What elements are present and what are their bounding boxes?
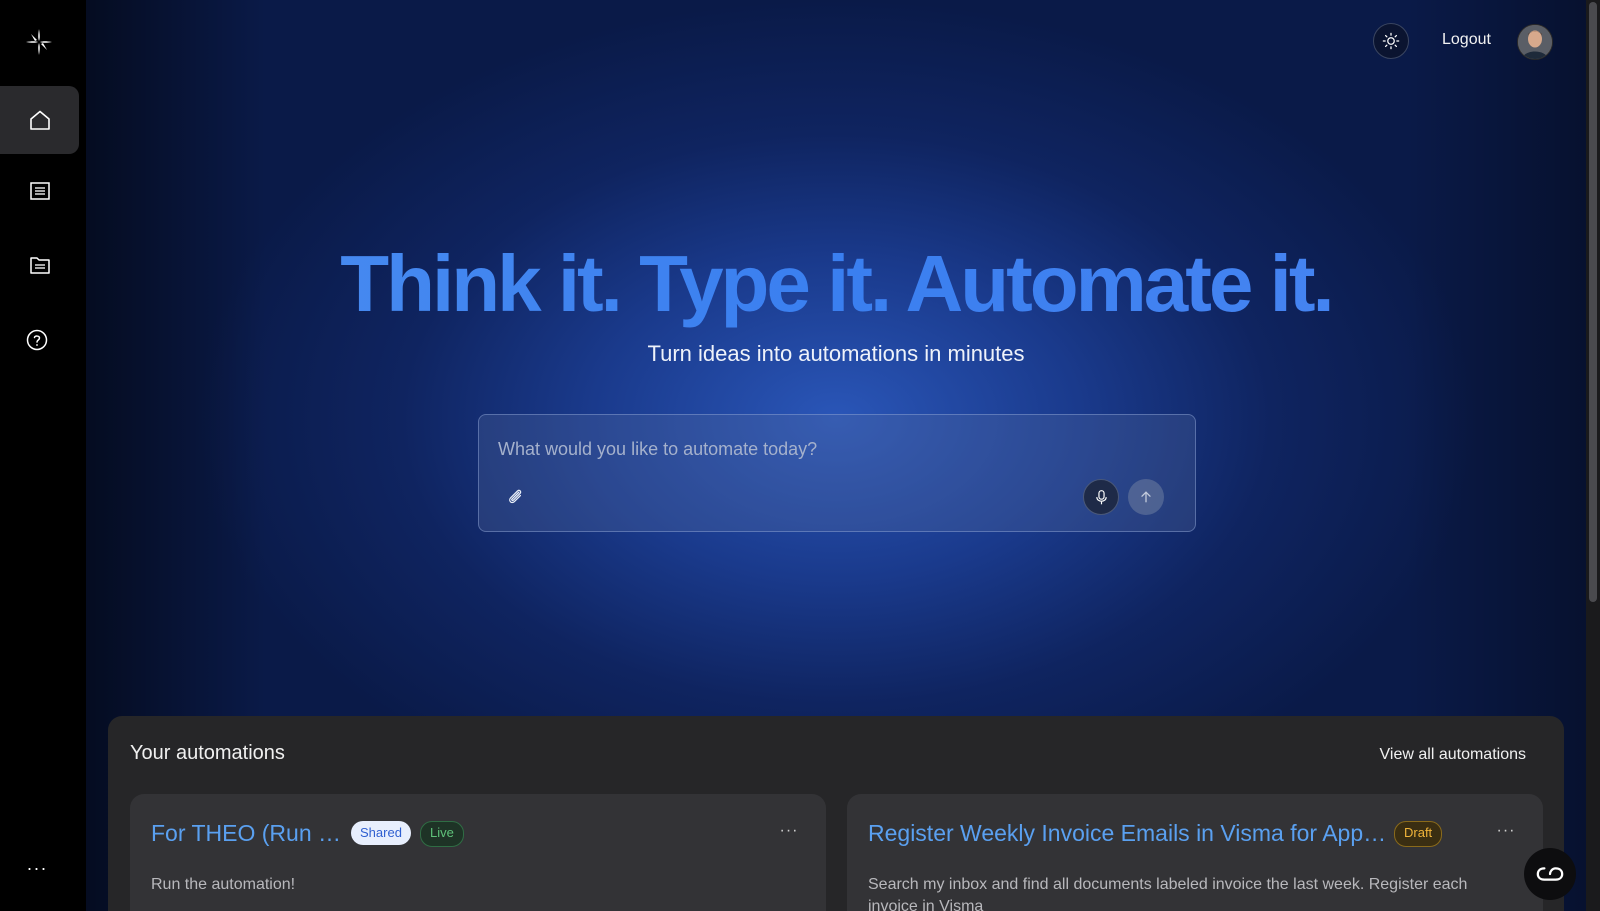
help-icon [26, 329, 48, 351]
list-icon [29, 182, 50, 200]
app-logo[interactable] [24, 27, 54, 57]
sidebar-item-home[interactable] [0, 86, 79, 154]
folder-icon [29, 257, 50, 274]
hero-subtitle: Turn ideas into automations in minutes [647, 341, 1025, 366]
hero-title: Think it. Type it. Automate it. [86, 238, 1586, 330]
avatar[interactable] [1517, 24, 1553, 60]
automation-card[interactable]: For THEO (Run ME) Shared Live ··· Run th… [130, 794, 826, 911]
prompt-input[interactable] [496, 436, 1140, 462]
microphone-icon [1095, 489, 1107, 504]
sidebar-item-help[interactable] [0, 306, 74, 374]
status-badge-shared: Shared [351, 821, 411, 845]
more-menu-button[interactable]: ··· [22, 856, 52, 880]
card-menu-button[interactable]: ··· [778, 822, 800, 842]
home-icon [29, 110, 50, 130]
automation-card-title[interactable]: For THEO (Run ME) [151, 820, 351, 847]
sidebar: ··· [0, 0, 86, 911]
prompt-box [478, 414, 1196, 532]
paperclip-icon [509, 489, 522, 504]
automations-panel: Your automations View all automations Fo… [108, 716, 1564, 911]
send-button[interactable] [1128, 479, 1164, 515]
automation-card-description: Run the automation! [151, 876, 296, 893]
sun-icon [1382, 32, 1400, 50]
logo-icon [26, 29, 52, 55]
theme-toggle-button[interactable] [1373, 23, 1409, 59]
automation-card[interactable]: Register Weekly Invoice Emails in Visma … [847, 794, 1543, 911]
scrollbar-thumb[interactable] [1589, 2, 1597, 602]
logout-button[interactable]: Logout [1442, 31, 1491, 49]
infinity-icon [1536, 867, 1564, 881]
more-icon: ··· [26, 857, 48, 878]
automation-card-title[interactable]: Register Weekly Invoice Emails in Visma … [868, 820, 1391, 847]
attach-button[interactable] [503, 484, 527, 508]
arrow-up-icon [1141, 491, 1151, 503]
sidebar-item-files[interactable] [0, 231, 79, 299]
automation-card-description: Search my inbox and find all documents l… [868, 876, 1468, 911]
card-menu-button[interactable]: ··· [1495, 822, 1517, 842]
avatar-image [1518, 25, 1552, 59]
status-badge-draft: Draft [1394, 821, 1443, 847]
view-all-automations-link[interactable]: View all automations [1380, 746, 1526, 764]
main-area: Logout Think it. Type it. Automate it. T… [86, 0, 1586, 911]
page-scrollbar[interactable] [1586, 0, 1600, 911]
automations-title: Your automations [130, 742, 285, 764]
sidebar-item-automations[interactable] [0, 157, 79, 225]
status-badge-live: Live [420, 821, 464, 847]
mic-button[interactable] [1083, 479, 1119, 515]
chat-fab-button[interactable] [1524, 848, 1576, 900]
